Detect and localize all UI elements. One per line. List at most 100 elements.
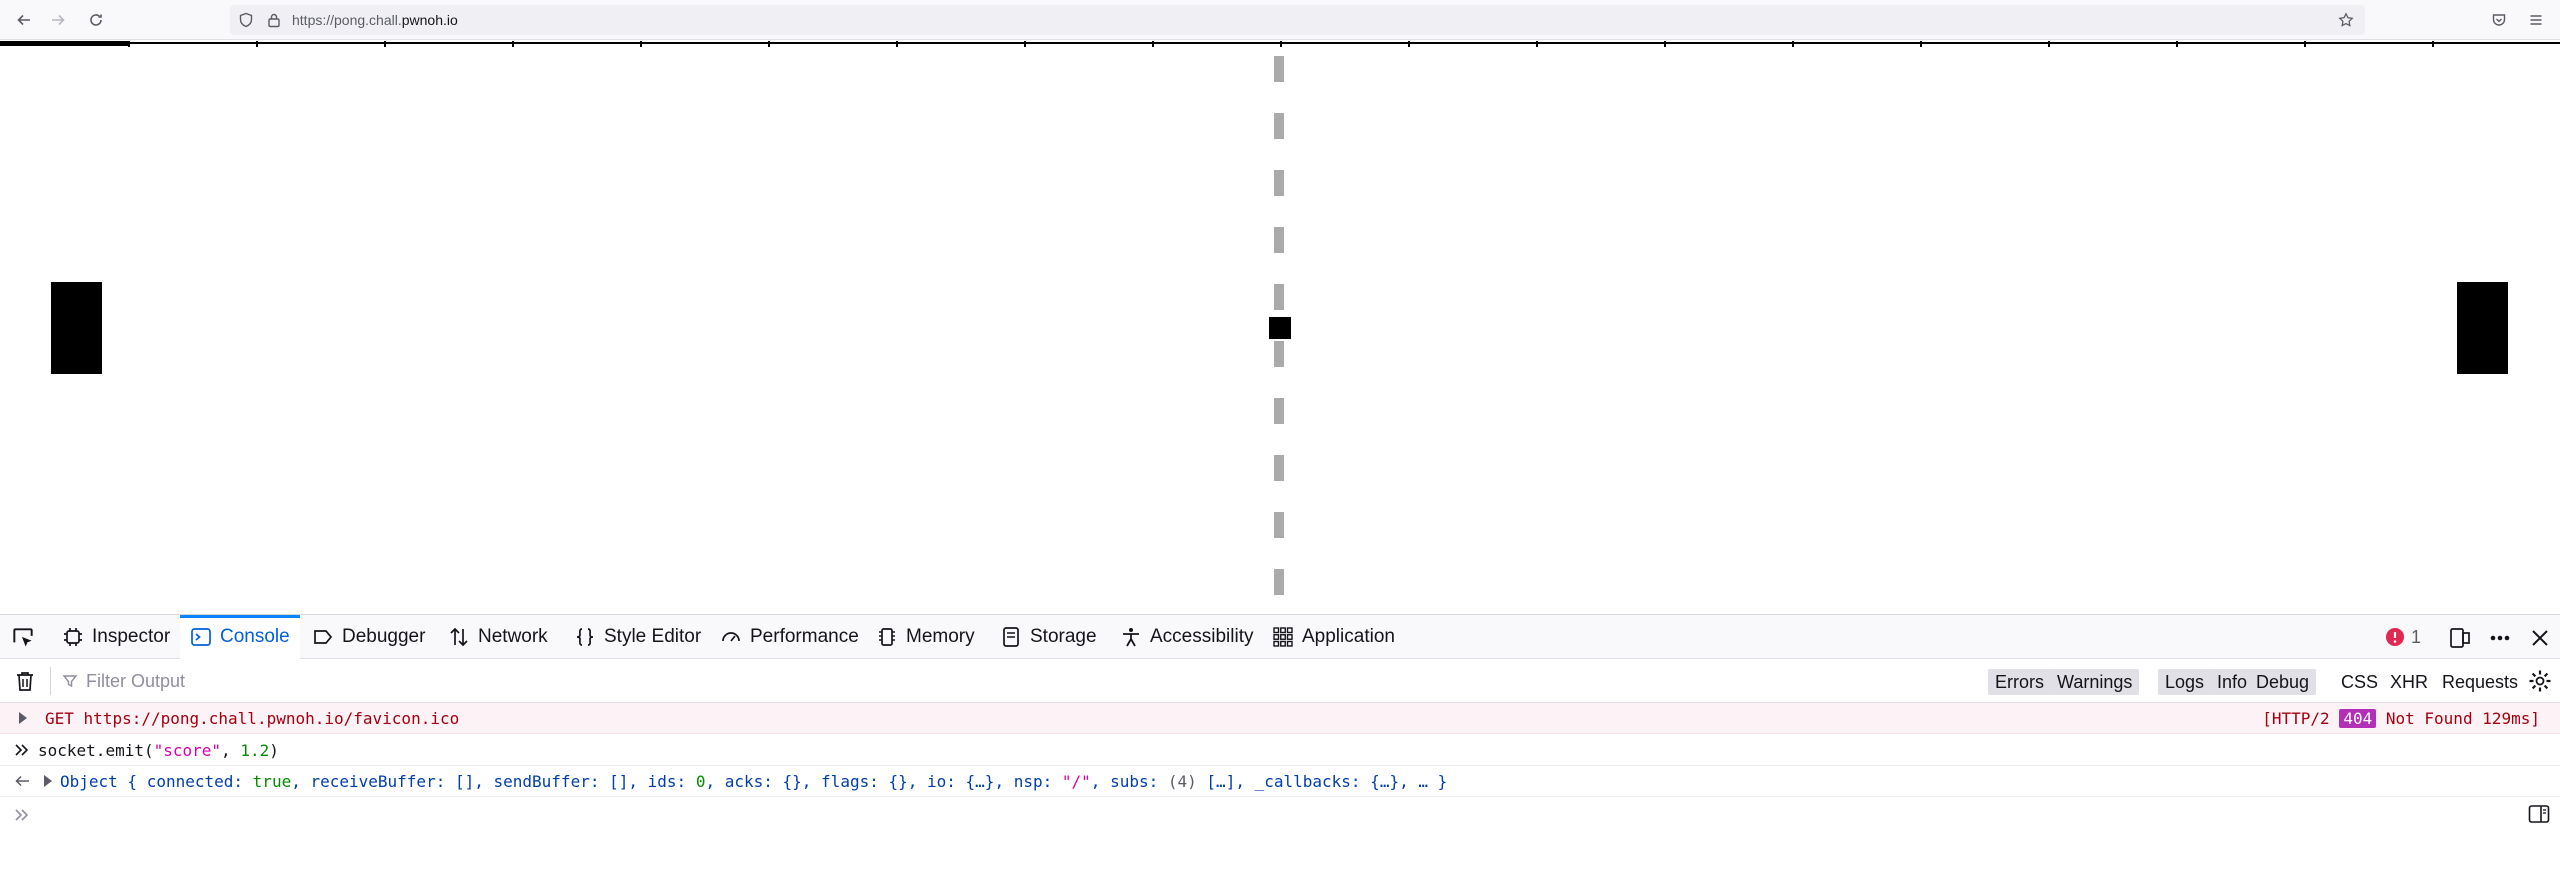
- expand-object-arrow-icon[interactable]: [44, 775, 52, 787]
- accessibility-icon: [1123, 628, 1139, 647]
- code-token: "score": [153, 740, 222, 760]
- style-editor-icon: [576, 628, 594, 646]
- dock-side-icon[interactable]: [2447, 625, 2473, 651]
- filter-warnings-button[interactable]: Warnings: [2050, 669, 2140, 695]
- ruler-tick: [2304, 41, 2306, 47]
- console-filter-bar: Filter Output Errors Warnings Logs Info …: [0, 659, 2560, 703]
- expand-arrow-icon[interactable]: [19, 712, 27, 724]
- ruler-tick: [1024, 41, 1026, 47]
- code-token: 1.2: [240, 740, 270, 760]
- app-menu-icon[interactable]: [2522, 6, 2550, 34]
- url-bar[interactable]: https://pong.chall.pwnoh.io: [230, 5, 2365, 35]
- ruler-tick: [640, 41, 642, 47]
- tab-label: Storage: [1030, 626, 1097, 647]
- memory-icon: [879, 628, 895, 646]
- ruler-tick: [1280, 41, 1282, 47]
- more-options-icon[interactable]: [2487, 625, 2513, 651]
- code-token: 0: [695, 771, 706, 791]
- reload-icon[interactable]: [82, 6, 110, 34]
- console-settings-gear-icon[interactable]: [2528, 669, 2552, 693]
- console-prompt: [0, 798, 2560, 832]
- request-url[interactable]: https://pong.chall.pwnoh.io/favicon.ico: [84, 709, 460, 728]
- devtools-tab-bar: Inspector Console Debugger Network Style…: [0, 615, 2560, 659]
- ball: [1269, 317, 1291, 339]
- top-border-line: [0, 41, 2560, 47]
- filter-funnel-icon: [62, 675, 78, 688]
- url-prefix: https://pong.chall.: [292, 12, 402, 28]
- clear-console-trash-icon[interactable]: [14, 670, 36, 692]
- close-devtools-icon[interactable]: [2527, 625, 2553, 651]
- tab-label: Memory: [906, 626, 975, 647]
- code-token: nsp:: [1013, 771, 1053, 791]
- result-arrow-icon: [15, 775, 29, 787]
- tab-network[interactable]: Network: [438, 615, 558, 659]
- ruler-tick: [1152, 41, 1154, 47]
- code-token: connected:: [146, 771, 244, 791]
- filter-debug-button[interactable]: Debug: [2249, 669, 2317, 695]
- tab-application[interactable]: Application: [1262, 615, 1405, 659]
- ruler-tick: [128, 41, 130, 47]
- bookmark-star-icon[interactable]: [2338, 12, 2354, 28]
- filter-requests-button[interactable]: Requests: [2442, 669, 2518, 695]
- filter-errors-button[interactable]: Errors: [1988, 669, 2051, 695]
- ruler-tick: [1408, 41, 1410, 47]
- back-icon[interactable]: [10, 6, 38, 34]
- ruler-tick: [896, 41, 898, 47]
- pong-game-canvas[interactable]: [0, 41, 2560, 614]
- input-chevron-icon: [15, 744, 29, 756]
- sidebar-toggle-icon[interactable]: [2528, 804, 2550, 824]
- error-count: 1: [2411, 626, 2422, 647]
- lock-icon[interactable]: [266, 12, 282, 28]
- network-icon: [450, 627, 468, 647]
- tab-label: Accessibility: [1150, 626, 1254, 647]
- net-dash: [1274, 56, 1284, 82]
- score-progress-bar: [0, 41, 128, 46]
- tab-label: Debugger: [342, 626, 426, 647]
- console-result-message[interactable]: Object { connected: true, receiveBuffer:…: [0, 766, 2560, 797]
- error-icon: [2386, 628, 2404, 646]
- code-token: (4): [1167, 771, 1197, 791]
- url-text[interactable]: https://pong.chall.pwnoh.io: [292, 12, 458, 28]
- pocket-icon[interactable]: [2485, 6, 2513, 34]
- request-status: [HTTP/2 404 Not Found 129ms]: [2262, 709, 2540, 728]
- shield-icon[interactable]: [238, 12, 254, 28]
- ruler-tick: [1664, 41, 1666, 47]
- filter-css-button[interactable]: CSS: [2341, 669, 2378, 695]
- browser-toolbar: https://pong.chall.pwnoh.io: [0, 0, 2560, 40]
- filter-placeholder: Filter Output: [86, 670, 186, 691]
- console-error-message[interactable]: GET https://pong.chall.pwnoh.io/favicon.…: [0, 703, 2560, 734]
- tab-console[interactable]: Console: [180, 615, 300, 659]
- console-input[interactable]: [40, 802, 2480, 828]
- ruler-tick: [2176, 41, 2178, 47]
- tab-inspector[interactable]: Inspector: [52, 615, 180, 659]
- application-icon: [1273, 627, 1293, 647]
- console-input-message: socket.emit("score", 1.2): [0, 735, 2560, 766]
- ruler-tick: [384, 41, 386, 47]
- tab-accessibility[interactable]: Accessibility: [1110, 615, 1263, 659]
- status-code-badge: 404: [2339, 709, 2377, 728]
- tab-style-editor[interactable]: Style Editor: [564, 615, 711, 659]
- tab-debugger[interactable]: Debugger: [302, 615, 435, 659]
- url-domain: pwnoh.io: [401, 12, 458, 28]
- element-picker-icon[interactable]: [10, 625, 36, 651]
- net-dash: [1274, 284, 1284, 310]
- code-token: true: [252, 771, 292, 791]
- forward-icon[interactable]: [44, 6, 72, 34]
- filter-output-input[interactable]: Filter Output: [62, 668, 662, 694]
- filter-xhr-button[interactable]: XHR: [2390, 669, 2428, 695]
- tab-performance[interactable]: Performance: [710, 615, 869, 659]
- net-dash: [1274, 113, 1284, 139]
- ruler-tick: [768, 41, 770, 47]
- filter-info-button[interactable]: Info: [2210, 669, 2255, 695]
- code-token: socket: [38, 740, 96, 760]
- devtools-panel: Inspector Console Debugger Network Style…: [0, 614, 2560, 880]
- filter-logs-button[interactable]: Logs: [2158, 669, 2212, 695]
- code-token: "/": [1061, 771, 1091, 791]
- net-dash: [1274, 455, 1284, 481]
- net-dash: [1274, 227, 1284, 253]
- ruler-tick: [1920, 41, 1922, 47]
- error-count-badge[interactable]: 1: [2385, 625, 2421, 649]
- tab-storage[interactable]: Storage: [990, 615, 1107, 659]
- tab-memory[interactable]: Memory: [866, 615, 985, 659]
- object-preview[interactable]: Object { connected: true, receiveBuffer:…: [60, 772, 1447, 791]
